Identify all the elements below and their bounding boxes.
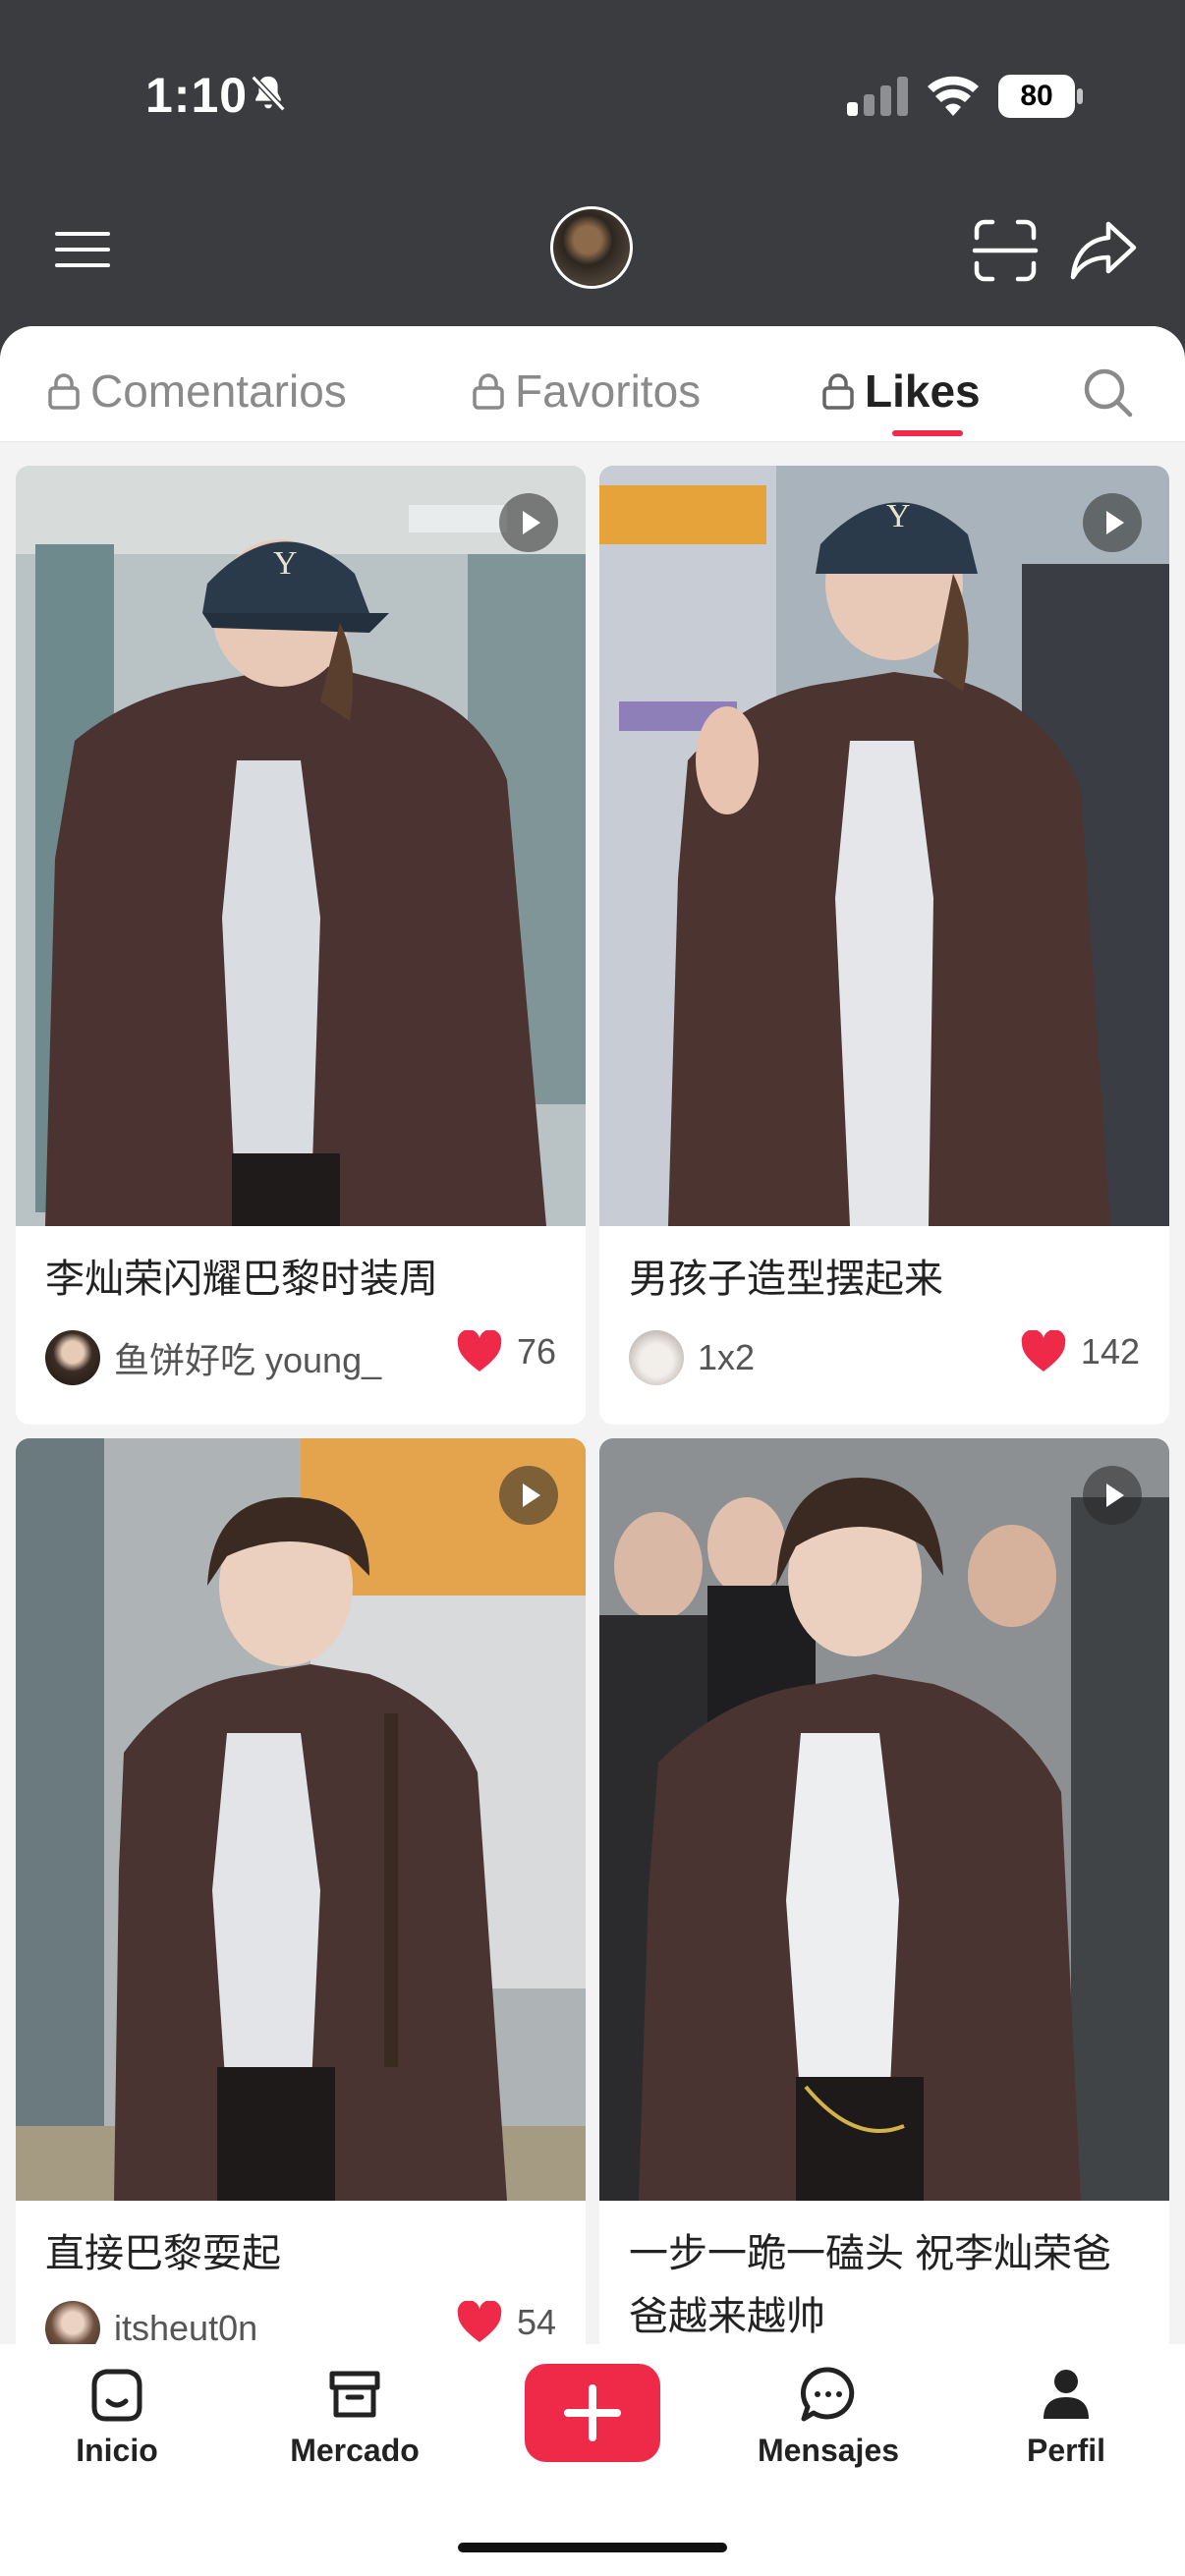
nav-label: Perfil: [1026, 2433, 1106, 2468]
like-number: 142: [1080, 1331, 1140, 1372]
home-indicator: [458, 2543, 727, 2552]
tab-label: Comentarios: [90, 365, 347, 417]
store-icon: [329, 2371, 380, 2418]
post-author[interactable]: 鱼饼好吃 young_: [45, 1330, 381, 1385]
video-play-icon: [499, 493, 558, 552]
author-name: itsheut0n_: [114, 2308, 278, 2348]
post-image: Y: [599, 466, 1169, 1226]
active-tab-indicator: [892, 430, 963, 436]
nav-label: Mercado: [290, 2433, 420, 2468]
nav-perfil[interactable]: Perfil: [983, 2364, 1150, 2469]
menu-icon[interactable]: [49, 216, 116, 283]
tab-likes[interactable]: Likes: [821, 364, 981, 419]
post-card[interactable]: 直接巴黎耍起 itsheut0n_ 54: [16, 1438, 586, 2421]
chat-icon: [800, 2367, 855, 2422]
video-play-icon: [499, 1466, 558, 1525]
post-title: 男孩子造型摆起来: [629, 1258, 943, 1301]
content-sheet: Comentarios Favoritos Likes Y 李灿荣闪耀巴黎时装周…: [0, 326, 1185, 2576]
post-image: Y: [16, 466, 586, 1226]
scan-icon[interactable]: [971, 216, 1040, 285]
status-time: 1:10: [145, 68, 249, 123]
share-icon[interactable]: [1069, 216, 1140, 285]
post-card[interactable]: 一步一跪一磕头 祝李灿荣爸爸越来越帅: [599, 1438, 1169, 2421]
post-title: 一步一跪一磕头 祝李灿荣爸爸越来越帅: [629, 2232, 1112, 2338]
post-image: [599, 1438, 1169, 2201]
post-title: 直接巴黎耍起: [45, 2232, 281, 2275]
nav-mensajes[interactable]: Mensajes: [745, 2364, 912, 2469]
post-thumbnail: Y: [599, 466, 1169, 1226]
like-count[interactable]: 54: [456, 2301, 556, 2344]
home-icon: [91, 2369, 142, 2422]
battery-level: 80: [998, 75, 1075, 118]
like-count[interactable]: 142: [1020, 1330, 1140, 1373]
nav-mercado[interactable]: Mercado: [271, 2364, 438, 2469]
wifi-icon: [928, 76, 979, 116]
bottom-nav: Inicio Mercado Mensajes Perfil: [0, 2344, 1185, 2576]
svg-text:Y: Y: [886, 498, 911, 534]
create-post-button[interactable]: [525, 2364, 660, 2462]
post-thumbnail: Y: [16, 466, 586, 1226]
post-author[interactable]: 1x2: [629, 1330, 755, 1385]
author-avatar: [45, 1330, 100, 1385]
signal-icon: [847, 77, 908, 116]
like-count[interactable]: 76: [456, 1330, 556, 1373]
battery-cap: [1077, 88, 1083, 104]
post-thumbnail: [16, 1438, 586, 2201]
lock-icon: [48, 373, 80, 410]
author-avatar: [629, 1330, 684, 1385]
tab-favoritos[interactable]: Favoritos: [472, 364, 701, 419]
video-play-icon: [1083, 1466, 1142, 1525]
svg-text:Y: Y: [273, 545, 298, 582]
tab-bar: Comentarios Favoritos Likes: [0, 326, 1185, 442]
post-image: [16, 1438, 586, 2201]
lock-icon: [822, 373, 854, 410]
tab-label: Favoritos: [515, 365, 702, 417]
bell-muted-icon: [251, 75, 286, 112]
lock-icon: [473, 373, 504, 410]
battery-indicator: 80: [998, 75, 1083, 118]
video-play-icon: [1083, 493, 1142, 552]
post-card[interactable]: Y 男孩子造型摆起来 1x2 142: [599, 466, 1169, 1425]
status-bar: 1:10 80: [0, 0, 1185, 187]
heart-icon: [457, 1330, 502, 1372]
heart-icon: [1021, 1330, 1066, 1372]
profile-toolbar: [0, 187, 1185, 324]
tab-comentarios[interactable]: Comentarios: [47, 364, 347, 419]
heart-icon: [457, 2301, 502, 2342]
post-title: 李灿荣闪耀巴黎时装周: [45, 1258, 438, 1301]
nav-label: Inicio: [76, 2433, 158, 2468]
author-name: 1x2: [698, 1337, 756, 1377]
nav-inicio[interactable]: Inicio: [33, 2364, 200, 2469]
post-thumbnail: [599, 1438, 1169, 2201]
profile-avatar[interactable]: [550, 206, 633, 289]
post-card[interactable]: Y 李灿荣闪耀巴黎时装周 鱼饼好吃 young_ 76: [16, 466, 586, 1425]
plus-icon: [564, 2384, 621, 2441]
like-number: 76: [516, 1331, 556, 1372]
search-icon[interactable]: [1081, 365, 1136, 420]
like-number: 54: [516, 2302, 556, 2342]
profile-icon: [1044, 2370, 1089, 2419]
tab-label: Likes: [865, 365, 981, 417]
nav-label: Mensajes: [757, 2433, 900, 2468]
author-name: 鱼饼好吃 young_: [114, 1340, 382, 1380]
